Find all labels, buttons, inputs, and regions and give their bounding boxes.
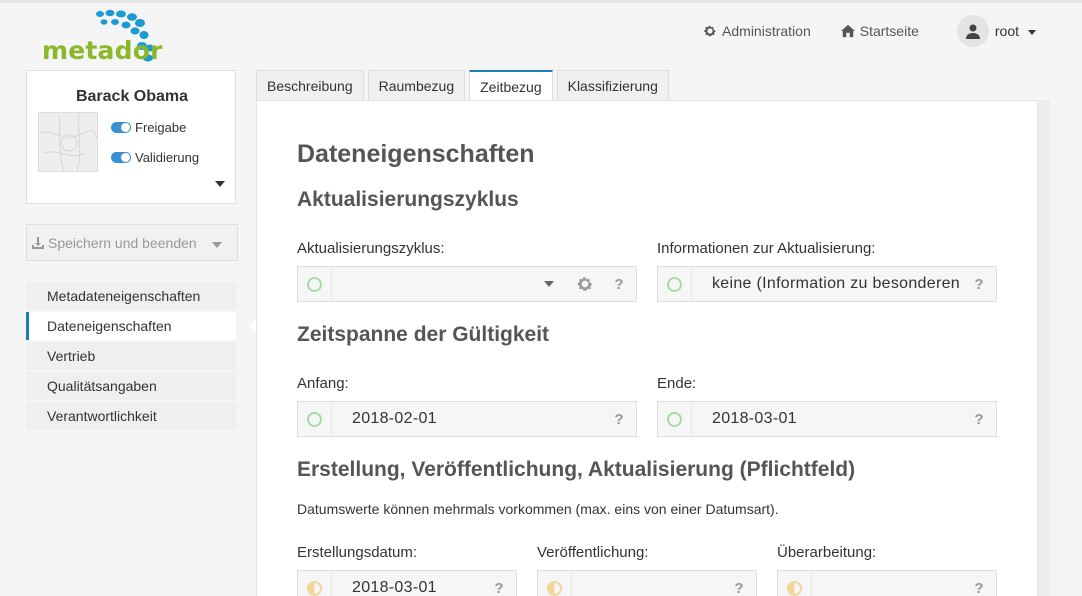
dataset-title: Barack Obama xyxy=(75,88,189,105)
end-date-label: Ende: xyxy=(657,375,697,392)
valid-status-icon xyxy=(307,411,322,427)
main-panel xyxy=(256,100,1038,596)
section-heading-validity-period: Zeitspanne der Gültigkeit xyxy=(297,323,550,346)
gear-icon xyxy=(704,25,716,37)
field-status-indicator xyxy=(538,571,572,596)
update-info-field[interactable]: keine (Information zu besonderen ? xyxy=(657,266,997,302)
valid-status-icon xyxy=(667,276,682,292)
update-cycle-select[interactable]: ? xyxy=(297,266,637,302)
creation-date-value[interactable]: 2018-03-01 xyxy=(332,579,482,596)
help-icon[interactable]: ? xyxy=(962,411,996,428)
pending-status-icon xyxy=(787,580,802,596)
metador-logo[interactable]: metador xyxy=(40,8,165,65)
help-icon[interactable]: ? xyxy=(602,411,636,428)
revision-date-field[interactable]: ? xyxy=(777,570,997,596)
start-date-value[interactable]: 2018-02-01 xyxy=(332,410,602,428)
scrollbar[interactable] xyxy=(1038,100,1050,596)
dataset-card: Barack Obama Freigabe Validierung xyxy=(26,70,236,204)
sidenav-item-distribution[interactable]: Vertrieb xyxy=(26,342,236,370)
username: root xyxy=(994,23,1019,39)
administration-link[interactable]: Administration xyxy=(703,23,811,39)
revision-date-label: Überarbeitung: xyxy=(777,544,877,561)
release-toggle-row[interactable]: Freigabe xyxy=(111,120,186,135)
help-icon[interactable]: ? xyxy=(482,580,516,596)
validation-toggle[interactable] xyxy=(111,152,131,163)
administration-label: Administration xyxy=(722,23,811,39)
validation-toggle-row[interactable]: Validierung xyxy=(111,150,199,165)
download-icon xyxy=(32,236,44,249)
publication-date-field[interactable]: ? xyxy=(537,570,757,596)
tab-classification[interactable]: Klassifizierung xyxy=(556,70,669,101)
logo-wordmark: metador xyxy=(42,36,163,65)
map-thumbnail xyxy=(38,112,98,172)
field-status-indicator xyxy=(658,267,692,301)
pending-status-icon xyxy=(547,580,562,596)
release-label: Freigabe xyxy=(135,120,187,135)
field-status-indicator xyxy=(298,571,332,596)
section-heading-dates: Erstellung, Veröffentlichung, Aktualisie… xyxy=(297,458,856,481)
save-and-exit-label: Speichern und beenden xyxy=(48,234,197,251)
page-title: Dateneigenschaften xyxy=(297,140,535,168)
top-navigation: Administration Startseite root xyxy=(703,14,1036,48)
update-info-label: Informationen zur Aktualisierung: xyxy=(657,240,876,257)
creation-date-field[interactable]: 2018-03-01 ? xyxy=(297,570,517,596)
valid-status-icon xyxy=(307,276,322,292)
help-icon[interactable]: ? xyxy=(962,580,996,596)
sidenav-item-label: Verantwortlichkeit xyxy=(47,408,157,424)
sidenav-item-label: Dateneigenschaften xyxy=(47,318,172,334)
help-icon[interactable]: ? xyxy=(722,580,756,596)
update-info-value[interactable]: keine (Information zu besonderen xyxy=(692,275,962,293)
publication-date-label: Veröffentlichung: xyxy=(537,544,649,561)
avatar xyxy=(956,15,989,47)
sidenav-item-label: Vertrieb xyxy=(47,348,96,364)
start-date-field[interactable]: 2018-02-01 ? xyxy=(297,401,637,437)
sidenav-item-responsibility[interactable]: Verantwortlichkeit xyxy=(26,402,236,430)
release-toggle[interactable] xyxy=(111,122,131,133)
section-heading-update-cycle: Aktualisierungszyklus xyxy=(297,188,519,211)
field-settings-button[interactable] xyxy=(568,275,602,293)
sidenav-item-quality[interactable]: Qualitätsangaben xyxy=(26,372,236,400)
help-icon[interactable]: ? xyxy=(962,276,996,293)
map-preview-icon xyxy=(40,112,98,172)
home-icon xyxy=(840,24,855,38)
chevron-down-icon xyxy=(1028,29,1036,35)
top-border xyxy=(0,0,1082,3)
valid-status-icon xyxy=(667,411,682,427)
home-label: Startseite xyxy=(859,23,919,39)
chevron-down-icon[interactable] xyxy=(544,281,554,287)
sidenav-item-label: Metadateneigenschaften xyxy=(47,288,201,304)
tab-bar: Beschreibung Raumbezug Zeitbezug Klassif… xyxy=(256,70,669,102)
creation-date-label: Erstellungsdatum: xyxy=(297,544,418,561)
chevron-down-icon xyxy=(212,242,222,248)
field-status-indicator xyxy=(298,267,332,301)
start-date-label: Anfang: xyxy=(297,375,349,392)
dates-note: Datumswerte können mehrmals vorkommen (m… xyxy=(297,501,779,517)
card-expand-icon[interactable] xyxy=(215,181,225,187)
tab-spatial-reference[interactable]: Raumbezug xyxy=(367,70,466,101)
validation-label: Validierung xyxy=(135,150,200,165)
sidenav-item-label: Qualitätsangaben xyxy=(47,378,157,394)
section-navigation: Metadateneigenschaften Dateneigenschafte… xyxy=(26,282,236,432)
end-date-field[interactable]: 2018-03-01 ? xyxy=(657,401,997,437)
user-icon xyxy=(965,24,980,39)
field-status-indicator xyxy=(778,571,812,596)
gear-icon xyxy=(577,277,593,291)
home-link[interactable]: Startseite xyxy=(840,23,919,39)
user-menu[interactable]: root xyxy=(956,15,1036,47)
end-date-value[interactable]: 2018-03-01 xyxy=(692,410,962,428)
update-cycle-label: Aktualisierungszyklus: xyxy=(297,240,445,257)
sidenav-item-metadata-properties[interactable]: Metadateneigenschaften xyxy=(26,282,236,310)
field-status-indicator xyxy=(658,402,692,436)
tab-description[interactable]: Beschreibung xyxy=(256,70,364,101)
save-and-exit-button[interactable]: Speichern und beenden xyxy=(26,224,238,261)
field-status-indicator xyxy=(298,402,332,436)
pending-status-icon xyxy=(307,580,322,596)
sidenav-item-data-properties[interactable]: Dateneigenschaften xyxy=(26,312,236,340)
help-icon[interactable]: ? xyxy=(602,276,636,293)
tab-temporal-reference[interactable]: Zeitbezug xyxy=(469,70,553,102)
